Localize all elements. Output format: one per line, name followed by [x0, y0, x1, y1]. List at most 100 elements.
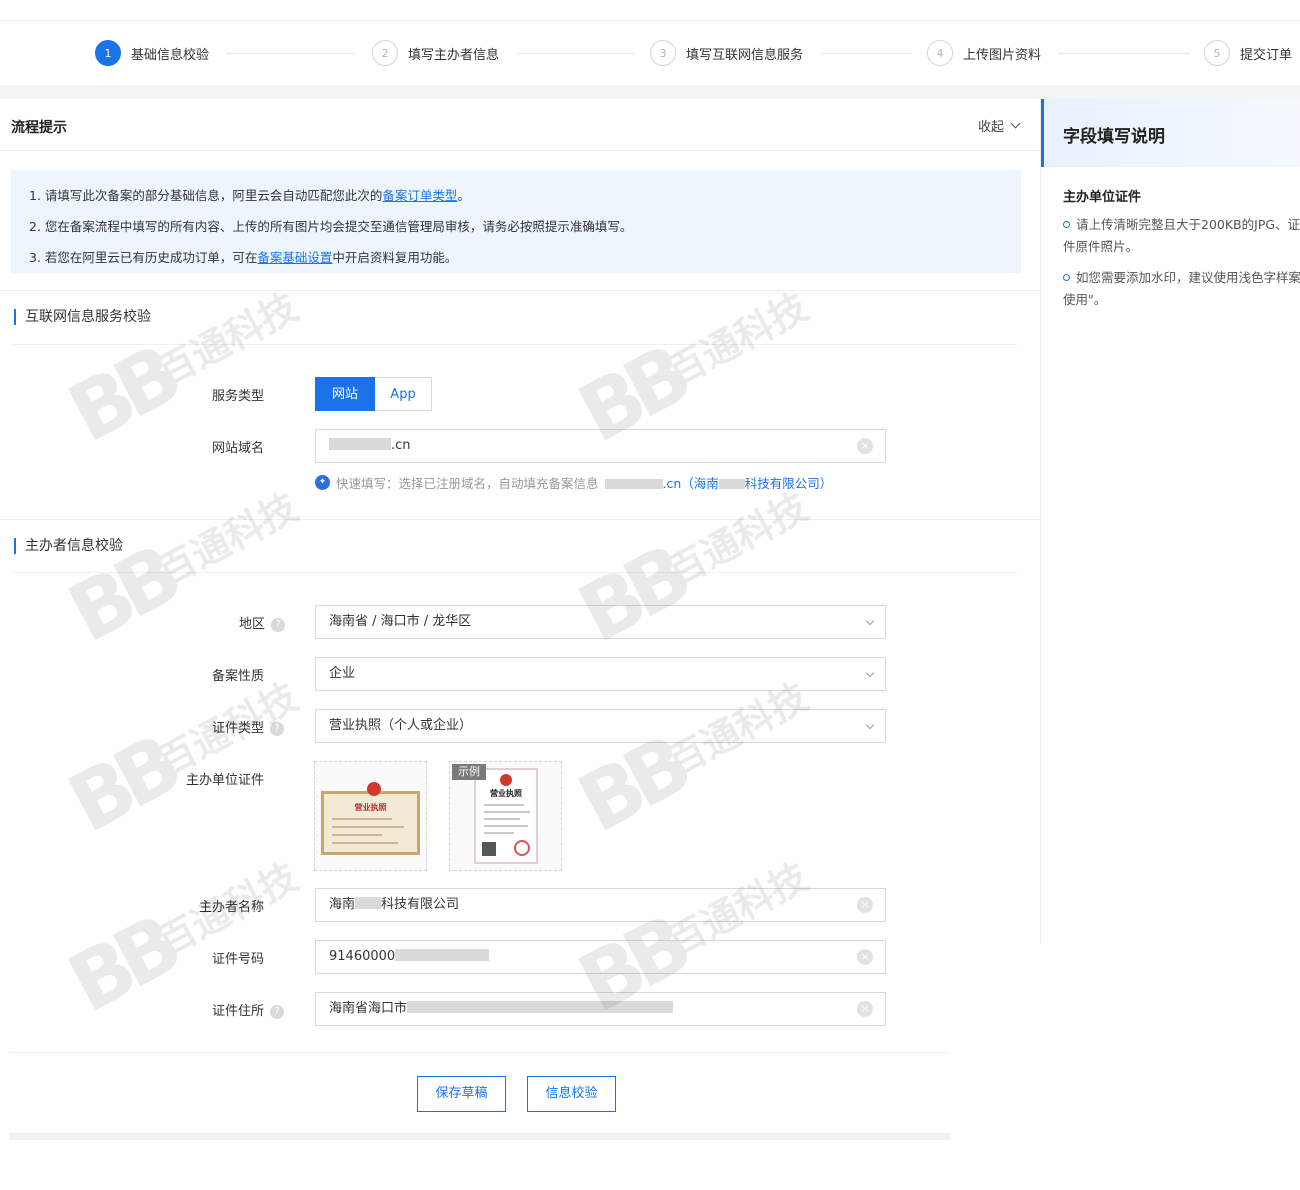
nature-value: 企业	[329, 666, 356, 681]
seal-icon	[514, 840, 530, 856]
help-icon[interactable]: ?	[271, 618, 286, 632]
sample-license-image: 营业执照	[474, 768, 538, 864]
chevron-down-icon	[865, 668, 875, 678]
watermark: BB百通科技	[54, 484, 306, 661]
step-5: 5 提交订单	[1204, 40, 1292, 66]
step-label: 填写互联网信息服务	[686, 47, 804, 63]
progress-steps: 1 基础信息校验 2 填写主办者信息 3 填写互联网信息服务 4 上传图片资料 …	[0, 21, 1300, 85]
clear-icon[interactable]: ×	[857, 897, 873, 913]
domain-input[interactable]: .cn ×	[315, 429, 886, 463]
uploaded-cert-thumbnail[interactable]: 营业执照	[314, 761, 427, 871]
section-divider	[11, 572, 1017, 573]
redacted-text	[329, 438, 391, 450]
section-title-internet: 互联网信息服务校验	[14, 309, 151, 325]
help-icon[interactable]: ?	[270, 722, 285, 736]
service-option-website[interactable]: 网站	[315, 377, 375, 411]
tips-header: 流程提示 收起	[0, 99, 1040, 151]
watermark: BB百通科技	[54, 284, 306, 461]
step-number: 4	[927, 40, 953, 66]
nature-select[interactable]: 企业	[315, 657, 886, 691]
step-label: 基础信息校验	[131, 47, 210, 63]
field-help-panel: 字段填写说明 主办单位证件 请上传清晰完整且大于200KB的JPG、证件原件照片…	[1040, 99, 1300, 944]
section-divider	[0, 290, 1040, 291]
bullet-icon	[1063, 221, 1070, 228]
clear-icon[interactable]: ×	[857, 438, 873, 454]
step-number: 1	[95, 40, 121, 66]
watermark: BB百通科技	[564, 484, 816, 661]
verify-button[interactable]: 信息校验	[527, 1076, 616, 1112]
redacted-text	[355, 897, 382, 909]
step-connector	[820, 53, 912, 54]
save-draft-button[interactable]: 保存草稿	[417, 1076, 506, 1112]
tip-line-3: 3. 若您在阿里云已有历史成功订单，可在备案基础设置中开启资料复用功能。	[29, 250, 458, 265]
cert-no-input[interactable]: 91460000 ×	[315, 940, 886, 974]
service-option-app[interactable]: App	[375, 377, 432, 411]
lightning-icon: ✦	[315, 475, 330, 490]
cert-type-select[interactable]: 营业执照（个人或企业）	[315, 709, 886, 743]
step-4: 4 上传图片资料	[927, 40, 1041, 66]
quick-fill-link[interactable]: .cn（海南 科技有限公司）	[604, 473, 832, 492]
section-gap	[0, 85, 1300, 99]
help-icon[interactable]: ?	[270, 1005, 285, 1019]
cert-type-value: 营业执照（个人或企业）	[329, 718, 473, 733]
redacted-text	[718, 479, 745, 489]
form-divider	[9, 1052, 950, 1053]
cert-no-label: 证件号码	[212, 952, 265, 967]
sample-cert-thumbnail[interactable]: 营业执照 示例	[449, 761, 562, 871]
quick-fill-text: 快速填写：选择已注册域名，自动填充备案信息	[336, 476, 599, 491]
bullet-icon	[1063, 274, 1070, 281]
service-type-label: 服务类型	[212, 389, 265, 404]
region-select[interactable]: 海南省 / 海口市 / 龙华区	[315, 605, 886, 639]
service-type-toggle: 网站 App	[315, 377, 432, 411]
cert-type-label: 证件类型?	[212, 717, 285, 736]
sample-tag: 示例	[452, 764, 486, 780]
nature-label: 备案性质	[212, 669, 265, 684]
step-label: 上传图片资料	[963, 47, 1042, 63]
help-panel-header: 字段填写说明	[1041, 99, 1300, 167]
section-divider	[11, 344, 1017, 345]
domain-suffix: .cn	[391, 438, 411, 453]
step-2: 2 填写主办者信息	[372, 40, 499, 66]
clear-icon[interactable]: ×	[857, 949, 873, 965]
section-divider	[0, 519, 1040, 520]
domain-label: 网站域名	[212, 441, 265, 456]
step-number: 5	[1204, 40, 1230, 66]
bottom-bar	[9, 1134, 950, 1140]
chevron-down-icon	[865, 720, 875, 730]
step-1: 1 基础信息校验	[95, 40, 209, 66]
help-item: 请上传清晰完整且大于200KB的JPG、证件原件照片。	[1063, 217, 1300, 254]
order-type-link[interactable]: 备案订单类型	[382, 188, 457, 203]
step-connector	[226, 53, 356, 54]
step-label: 填写主办者信息	[408, 47, 500, 63]
emblem-icon	[500, 774, 512, 786]
region-label: 地区?	[239, 613, 286, 632]
cert-doc-label: 主办单位证件	[186, 773, 265, 788]
collapse-label: 收起	[978, 120, 1005, 135]
help-panel-title: 字段填写说明	[1063, 127, 1165, 147]
clear-icon[interactable]: ×	[857, 1001, 873, 1017]
step-number: 2	[372, 40, 398, 66]
redacted-text	[395, 949, 490, 961]
tip-line-2: 2. 您在备案流程中填写的所有内容、上传的所有图片均会提交至通信管理局审核，请务…	[29, 219, 633, 234]
redacted-text	[407, 1001, 674, 1013]
redacted-text	[604, 479, 663, 489]
collapse-button[interactable]: 收起	[978, 116, 1021, 135]
quick-fill-hint: ✦ 快速填写：选择已注册域名，自动填充备案信息 .cn（海南 科技有限公司）	[315, 473, 832, 492]
tip-line-1: 1. 请填写此次备案的部分基础信息，阿里云会自动匹配您此次的备案订单类型。	[29, 188, 470, 203]
license-title: 营业执照	[490, 789, 522, 798]
address-input[interactable]: 海南省海口市 ×	[315, 992, 886, 1026]
basic-settings-link[interactable]: 备案基础设置	[257, 250, 332, 265]
sponsor-name-label: 主办者名称	[199, 900, 265, 915]
region-value: 海南省 / 海口市 / 龙华区	[329, 614, 472, 629]
main-form: 流程提示 收起 1. 请填写此次备案的部分基础信息，阿里云会自动匹配您此次的备案…	[0, 99, 1040, 1190]
step-label: 提交订单	[1240, 47, 1293, 63]
help-item: 如您需要添加水印，建议使用浅色字样案使用"。	[1063, 270, 1300, 307]
section-title-sponsor: 主办者信息校验	[14, 538, 123, 554]
qr-code-icon	[482, 842, 496, 856]
tips-title: 流程提示	[11, 120, 67, 136]
step-number: 3	[650, 40, 676, 66]
step-connector	[516, 53, 634, 54]
tips-box: 1. 请填写此次备案的部分基础信息，阿里云会自动匹配您此次的备案订单类型。 2.…	[11, 170, 1021, 273]
sponsor-name-input[interactable]: 海南 科技有限公司 ×	[315, 888, 886, 922]
chevron-down-icon	[1010, 118, 1021, 129]
